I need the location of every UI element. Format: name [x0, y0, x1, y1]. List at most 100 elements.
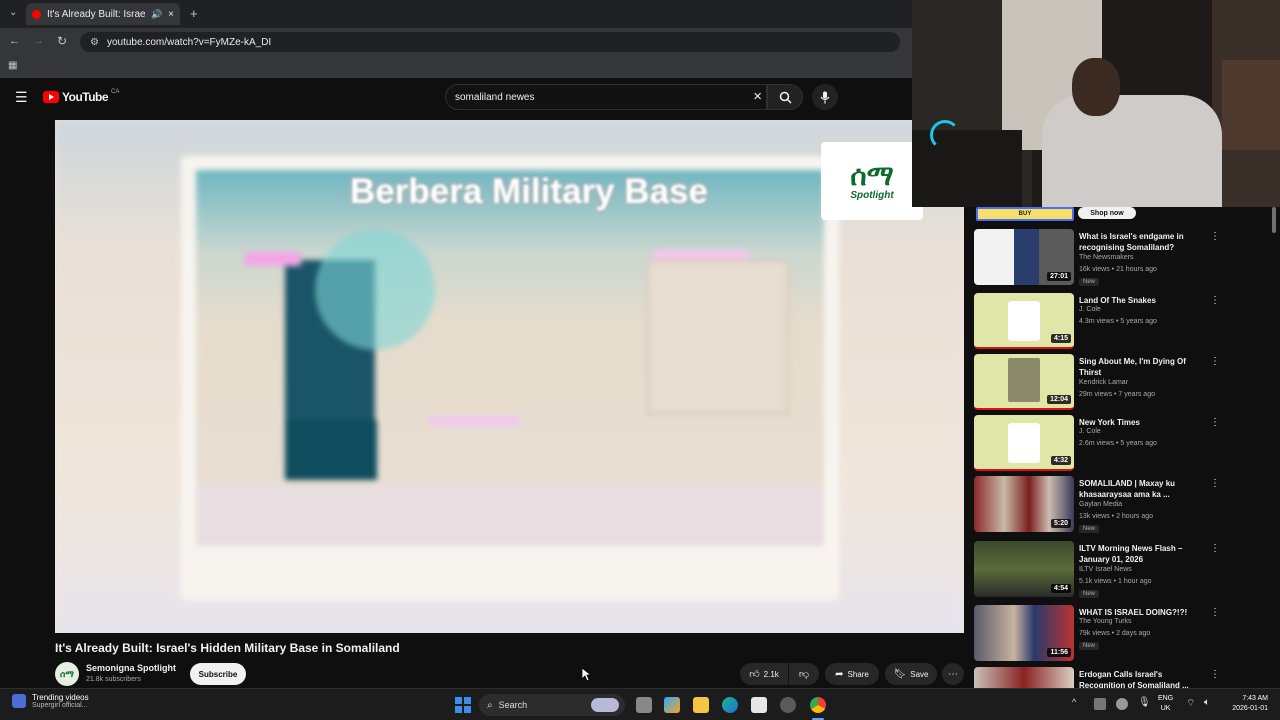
- edge-icon[interactable]: [722, 697, 738, 713]
- microphone-tray-icon[interactable]: 🎙︎: [1138, 697, 1151, 708]
- widgets-button[interactable]: Trending videos Supergirl official...: [12, 693, 89, 709]
- video-title: Erdogan Calls Israel's Recognition of So…: [1079, 670, 1189, 688]
- like-button[interactable]: 👍︎ 2.1k: [740, 663, 788, 685]
- save-button[interactable]: 🔖︎ Save: [885, 663, 937, 685]
- language-indicator[interactable]: ENG UK: [1158, 694, 1173, 714]
- bottom-strip: [196, 486, 824, 546]
- kebab-icon[interactable]: ⋮: [1210, 295, 1220, 306]
- site-info-icon[interactable]: ⚙: [90, 37, 99, 48]
- store-icon[interactable]: [751, 697, 767, 713]
- video-channel[interactable]: The Newsmakers: [1079, 254, 1133, 261]
- video-thumbnail[interactable]: [974, 667, 1074, 688]
- reload-icon[interactable]: ↻: [57, 34, 67, 48]
- youtube-logo[interactable]: YouTube CA: [43, 89, 119, 104]
- video-channel[interactable]: The Young Turks: [1079, 618, 1132, 625]
- ad-partial: BUY: [976, 207, 1074, 221]
- video-meta: 13k views • 2 hours ago: [1079, 513, 1154, 520]
- video-duration: 4:15: [1050, 334, 1071, 343]
- chrome-icon[interactable]: [810, 697, 826, 713]
- channel-name[interactable]: Semonigna Spotlight: [86, 663, 176, 673]
- related-video-item[interactable]: Erdogan Calls Israel's Recognition of So…: [974, 667, 1244, 688]
- menu-icon[interactable]: ☰: [15, 89, 28, 106]
- related-video-item[interactable]: 5:20 SOMALILAND | Maxay ku khasaaraysaa …: [974, 476, 1244, 534]
- video-channel[interactable]: J. Cole: [1079, 306, 1101, 313]
- more-actions-button[interactable]: ⋯: [942, 663, 964, 685]
- channel-avatar[interactable]: ሰማ: [55, 662, 79, 686]
- search-input[interactable]: somaliland newes ×: [445, 84, 767, 110]
- tab-audio-icon[interactable]: 🔊: [151, 9, 162, 20]
- back-icon[interactable]: ←: [9, 35, 20, 47]
- clear-search-icon[interactable]: ×: [753, 88, 762, 105]
- related-video-item[interactable]: 27:01 What is Israel's endgame in recogn…: [974, 229, 1244, 287]
- shop-now-button[interactable]: Shop now: [1078, 207, 1136, 219]
- voice-search-button[interactable]: [812, 84, 838, 110]
- widgets-icon: [12, 694, 26, 708]
- video-thumbnail[interactable]: 4:32: [974, 415, 1074, 471]
- tab-list-chevron-icon[interactable]: ⌄: [9, 7, 17, 18]
- apps-grid-icon[interactable]: ▦: [8, 60, 17, 71]
- kebab-icon[interactable]: ⋮: [1210, 607, 1220, 618]
- video-player[interactable]: Berbera Military Base ሰማ Spotlight: [55, 120, 964, 633]
- forward-icon[interactable]: →: [33, 35, 44, 47]
- language-top: ENG: [1158, 695, 1174, 702]
- video-thumbnail[interactable]: 11:56: [974, 605, 1074, 661]
- volume-icon[interactable]: 🔈︎: [1204, 697, 1210, 708]
- video-duration: 27:01: [1047, 272, 1071, 281]
- save-label: Save: [910, 669, 929, 679]
- youtube-logo-text: YouTube: [62, 90, 109, 104]
- taskbar-search-label: Search: [498, 700, 528, 710]
- kebab-icon[interactable]: ⋮: [1210, 543, 1220, 554]
- related-video-item[interactable]: 4:32 New York Times J. Cole 2.6m views •…: [974, 415, 1244, 473]
- video-channel[interactable]: ILTV Israel News: [1079, 566, 1132, 573]
- kebab-icon[interactable]: ⋮: [1210, 417, 1220, 428]
- video-duration: 4:54: [1050, 584, 1071, 593]
- tray-chevron-icon[interactable]: ^: [1072, 697, 1076, 707]
- tray-app-icon[interactable]: [1094, 698, 1106, 710]
- tab-close-icon[interactable]: ×: [168, 9, 174, 20]
- search-highlight-icon: [591, 698, 619, 712]
- related-video-item[interactable]: 12:04 Sing About Me, I'm Dying Of Thirst…: [974, 354, 1244, 412]
- dislike-icon: 👎︎: [798, 669, 810, 680]
- kebab-icon[interactable]: ⋮: [1210, 356, 1220, 367]
- video-thumbnail[interactable]: 12:04: [974, 354, 1074, 410]
- new-tab-icon[interactable]: +: [190, 6, 198, 21]
- file-explorer-icon[interactable]: [693, 697, 709, 713]
- taskbar-search[interactable]: ⌕ Search: [479, 694, 625, 716]
- video-thumbnail[interactable]: 4:15: [974, 293, 1074, 349]
- video-thumbnail[interactable]: 4:54: [974, 541, 1074, 597]
- channel-avatar-logo-icon: ሰማ: [60, 668, 74, 679]
- windows-icon[interactable]: [455, 697, 471, 713]
- copilot-icon[interactable]: [664, 697, 680, 713]
- youtube-play-icon: [43, 91, 59, 103]
- video-thumbnail[interactable]: 27:01: [974, 229, 1074, 285]
- kebab-icon[interactable]: ⋮: [1210, 478, 1220, 489]
- video-title: Sing About Me, I'm Dying Of Thirst: [1079, 357, 1186, 377]
- video-thumbnail[interactable]: 5:20: [974, 476, 1074, 532]
- tray-app-icon-2[interactable]: [1116, 698, 1128, 710]
- share-button[interactable]: ➦ Share: [825, 663, 879, 685]
- wifi-icon[interactable]: ⌔: [1186, 697, 1195, 710]
- related-video-item[interactable]: 4:54 ILTV Morning News Flash – January 0…: [974, 541, 1244, 599]
- app-icon[interactable]: [780, 697, 796, 713]
- video-channel[interactable]: Gaylan Media: [1079, 501, 1122, 508]
- kebab-icon[interactable]: ⋮: [1210, 669, 1220, 680]
- new-badge: New: [1079, 642, 1100, 650]
- video-channel[interactable]: Kendrick Lamar: [1079, 379, 1128, 386]
- related-video-item[interactable]: 11:56 WHAT IS ISRAEL DOING?!?! The Young…: [974, 605, 1244, 663]
- kebab-icon[interactable]: ⋮: [1210, 231, 1220, 242]
- task-view-icon[interactable]: [636, 697, 652, 713]
- dislike-button[interactable]: 👎︎: [789, 663, 819, 685]
- new-badge: New: [1079, 590, 1100, 598]
- video-channel[interactable]: J. Cole: [1079, 428, 1101, 435]
- browser-tab[interactable]: It's Already Built: Israel's Hi 🔊 ×: [26, 3, 180, 25]
- sidebar-scrollbar[interactable]: [1272, 207, 1276, 233]
- search-button[interactable]: [767, 84, 803, 110]
- video-duration: 4:32: [1050, 456, 1071, 465]
- subscribe-button[interactable]: Subscribe: [190, 663, 246, 685]
- video-duration: 12:04: [1047, 395, 1071, 404]
- related-video-item[interactable]: 4:15 Land Of The Snakes J. Cole 4.3m vie…: [974, 293, 1244, 351]
- address-bar[interactable]: ⚙ youtube.com/watch?v=FyMZe-kA_DI: [80, 32, 900, 52]
- video-meta: 29m views • 7 years ago: [1079, 391, 1155, 398]
- clock[interactable]: 7:43 AM 2026-01-01: [1222, 694, 1268, 714]
- mic-icon: [820, 91, 830, 103]
